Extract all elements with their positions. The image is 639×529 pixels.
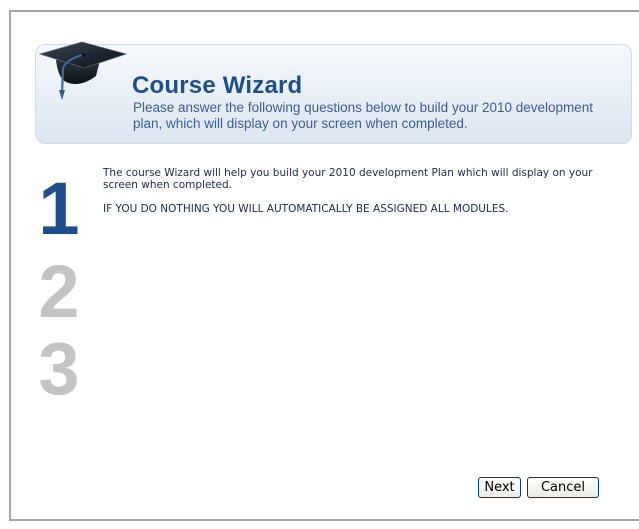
graduation-cap-icon bbox=[38, 41, 128, 100]
step-2-number: 2 bbox=[38, 250, 80, 333]
wizard-content: The course Wizard will help you build yo… bbox=[103, 167, 603, 227]
step-3-number: 3 bbox=[38, 327, 80, 410]
page-subtitle: Please answer the following questions be… bbox=[133, 100, 594, 131]
step-1-number: 1 bbox=[38, 167, 80, 250]
notice-text: IF YOU DO NOTHING YOU WILL AUTOMATICALLY… bbox=[103, 203, 509, 215]
next-button[interactable]: Next bbox=[478, 477, 521, 498]
cancel-button[interactable]: Cancel bbox=[527, 477, 599, 498]
button-bar: Next Cancel bbox=[478, 477, 599, 498]
page-title: Course Wizard bbox=[132, 72, 303, 99]
intro-text: The course Wizard will help you build yo… bbox=[103, 167, 593, 191]
